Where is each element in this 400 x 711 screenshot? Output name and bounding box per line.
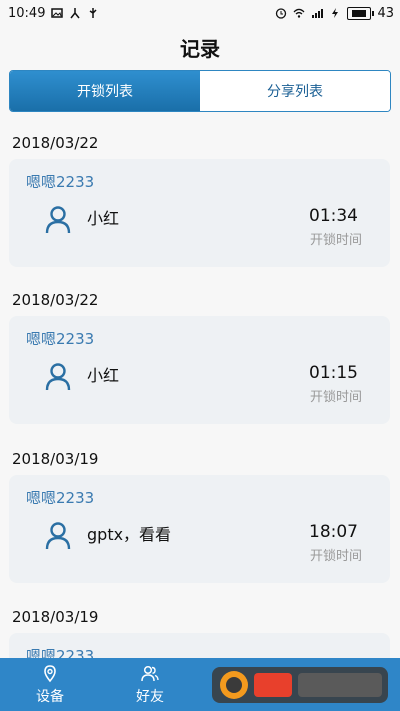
tab-share-list[interactable]: 分享列表 bbox=[200, 71, 390, 111]
record-card[interactable]: 嗯嗯2233 gptx，看看 18:07 开锁时间 bbox=[9, 475, 390, 583]
friends-icon bbox=[141, 665, 159, 681]
location-pin-icon bbox=[44, 664, 56, 682]
image-icon bbox=[51, 8, 64, 18]
record-card[interactable]: 嗯嗯2233 小红 01:34 开锁时间 bbox=[9, 159, 390, 267]
user-name: gptx，看看 bbox=[87, 525, 172, 544]
watermark-logo bbox=[200, 660, 400, 710]
watermark-logo-icon bbox=[212, 667, 388, 703]
record-card[interactable]: 嗯嗯2233 小红 01:15 开锁时间 bbox=[9, 316, 390, 424]
nav-devices[interactable]: 设备 bbox=[0, 658, 100, 711]
network-icon bbox=[70, 8, 81, 19]
record-list[interactable]: 2018/03/22 嗯嗯2233 小红 01:34 开锁时间 2018/03/… bbox=[0, 118, 400, 658]
user-icon bbox=[45, 206, 71, 234]
tab-bar: 开锁列表 分享列表 bbox=[9, 70, 391, 112]
user-icon bbox=[45, 363, 71, 391]
nav-friends-label: 好友 bbox=[136, 688, 164, 705]
date-header: 2018/03/22 bbox=[12, 134, 99, 152]
date-header: 2018/03/22 bbox=[12, 291, 99, 309]
status-bar: 10:49 43 bbox=[0, 0, 400, 26]
user-name: 小红 bbox=[87, 209, 120, 228]
record-card[interactable]: 嗯嗯2233 bbox=[9, 633, 390, 658]
unlock-time-label: 开锁时间 bbox=[309, 390, 362, 405]
user-icon bbox=[45, 522, 71, 550]
unlock-time: 01:34 bbox=[309, 206, 358, 226]
user-name: 小红 bbox=[87, 366, 120, 385]
unlock-time-label: 开锁时间 bbox=[309, 233, 362, 248]
unlock-time-label: 开锁时间 bbox=[309, 549, 362, 564]
page-title: 记录 bbox=[180, 36, 220, 61]
nav-friends[interactable]: 好友 bbox=[100, 658, 200, 711]
date-header: 2018/03/19 bbox=[12, 450, 99, 468]
wifi-icon bbox=[293, 8, 305, 18]
usb-icon bbox=[90, 8, 97, 18]
signal-icon bbox=[312, 9, 324, 18]
tab-unlock-list[interactable]: 开锁列表 bbox=[10, 71, 200, 111]
battery-level: 43 bbox=[377, 5, 394, 21]
charging-icon bbox=[332, 8, 339, 18]
alarm-icon bbox=[276, 8, 287, 19]
status-time: 10:49 bbox=[8, 5, 46, 21]
date-header: 2018/03/19 bbox=[12, 608, 99, 626]
battery-icon bbox=[347, 6, 375, 20]
device-name: 嗯嗯2233 bbox=[26, 330, 95, 348]
device-name: 嗯嗯2233 bbox=[26, 489, 95, 507]
unlock-time: 01:15 bbox=[309, 363, 358, 383]
nav-devices-label: 设备 bbox=[36, 688, 64, 705]
device-name: 嗯嗯2233 bbox=[26, 173, 95, 191]
device-name: 嗯嗯2233 bbox=[26, 647, 95, 658]
unlock-time: 18:07 bbox=[309, 522, 358, 542]
